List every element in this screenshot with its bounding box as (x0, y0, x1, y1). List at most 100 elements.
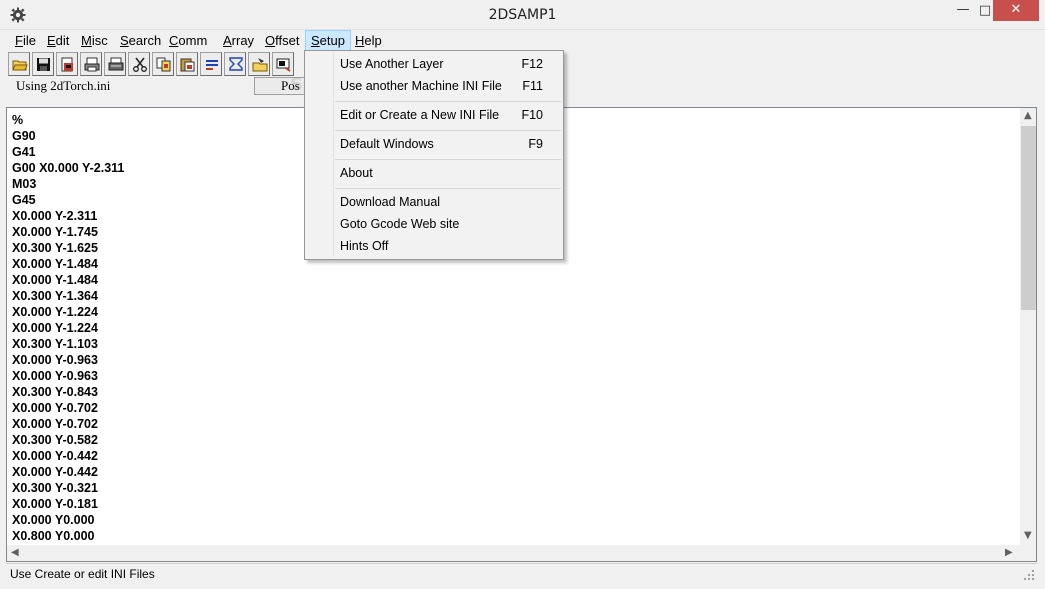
menu-item-shortcut: F11 (522, 79, 543, 93)
code-line: X0.300 Y-0.582 (12, 433, 98, 447)
code-line: X0.000 Y-1.224 (12, 321, 98, 335)
menu-item-default-windows[interactable]: Default Windows F9 (307, 133, 561, 155)
code-line: X0.000 Y-0.181 (12, 497, 98, 511)
menu-item-shortcut: F12 (521, 57, 543, 71)
code-line: X0.000 Y-1.484 (12, 273, 98, 287)
menu-item-label: Use Another Layer (340, 57, 444, 71)
save-button[interactable] (32, 52, 54, 76)
open-hand-icon (252, 58, 268, 72)
menu-edit[interactable]: Edit (42, 30, 74, 51)
maximize-icon: □ (978, 3, 992, 18)
menu-comm[interactable]: Comm (164, 30, 212, 51)
menu-item-label: Default Windows (340, 137, 434, 151)
filter-button[interactable] (224, 52, 246, 76)
code-line: X0.000 Y-0.702 (12, 401, 98, 415)
menu-separator (335, 188, 561, 189)
menu-item-label: Goto Gcode Web site (340, 217, 460, 231)
menu-item-hints-off[interactable]: Hints Off (307, 235, 561, 257)
status-text: Use Create or edit INI Files (10, 567, 155, 581)
speaker-button[interactable] (272, 52, 294, 76)
menu-item-label: Use another Machine INI File (340, 79, 502, 93)
code-line: X0.000 Y-1.224 (12, 305, 98, 319)
code-line: X0.300 Y-0.321 (12, 481, 98, 495)
print-setup-icon (108, 57, 124, 71)
close-button[interactable]: ✕ (993, 0, 1039, 21)
open-folder-icon (12, 60, 28, 71)
vertical-scrollbar[interactable]: ▲ ▼ (1020, 108, 1036, 545)
menu-item-label: Hints Off (340, 239, 389, 253)
menu-item-label: Edit or Create a New INI File (340, 108, 500, 122)
renumber-icon (206, 60, 218, 70)
menu-separator (335, 159, 561, 160)
menu-misc[interactable]: Misc (76, 30, 113, 51)
save-disk-icon (37, 58, 50, 71)
code-lines: % G90 G41 G00 X0.000 Y-2.311 M03 G45 X0.… (12, 112, 124, 544)
code-line: X0.000 Y-1.745 (12, 225, 98, 239)
code-line: X0.800 Y0.000 (12, 529, 95, 543)
print-button[interactable] (80, 52, 102, 76)
menu-file[interactable]: File (10, 30, 41, 51)
menu-item-label: About (340, 166, 373, 180)
close-icon: ✕ (1010, 2, 1022, 17)
menu-setup[interactable]: Setup (305, 30, 351, 51)
code-line: X0.000 Y-2.311 (12, 209, 98, 223)
open-hand-button[interactable] (248, 52, 270, 76)
menu-item-download-manual[interactable]: Download Manual (307, 191, 561, 213)
paste-button[interactable] (176, 52, 198, 76)
menu-item-shortcut: F10 (521, 108, 543, 122)
renumber-button[interactable] (200, 52, 222, 76)
speaker-icon (276, 58, 291, 72)
scroll-down-icon[interactable]: ▼ (1024, 530, 1032, 541)
menu-item-about[interactable]: About (307, 162, 561, 184)
code-line: % (12, 113, 24, 127)
resize-grip-icon[interactable] (1023, 569, 1035, 581)
code-line: X0.000 Y0.000 (12, 513, 95, 527)
code-line: X0.000 Y-0.442 (12, 465, 98, 479)
setup-menu: Use Another Layer F12 Use another Machin… (304, 50, 564, 260)
menu-search[interactable]: Search (115, 30, 166, 51)
code-line: G41 (12, 145, 36, 159)
horizontal-scrollbar[interactable]: ◀ ▶ (7, 545, 1020, 561)
scroll-right-icon[interactable]: ▶ (1005, 547, 1013, 558)
menu-item-edit-or-create-ini[interactable]: Edit or Create a New INI File F10 (307, 104, 561, 126)
cut-button[interactable] (128, 52, 150, 76)
toolbar (8, 52, 318, 76)
open-button[interactable] (8, 52, 30, 76)
menu-separator (335, 130, 561, 131)
code-line: X0.000 Y-0.963 (12, 353, 98, 367)
print-setup-button[interactable] (104, 52, 126, 76)
scroll-left-icon[interactable]: ◀ (11, 547, 19, 558)
menu-item-goto-gcode-website[interactable]: Goto Gcode Web site (307, 213, 561, 235)
paste-icon (180, 58, 195, 72)
code-line: X0.300 Y-0.843 (12, 385, 98, 399)
save-as-button[interactable] (56, 52, 78, 76)
menu-offset[interactable]: Offset (260, 30, 304, 51)
copy-button[interactable] (152, 52, 174, 76)
menu-item-use-another-layer[interactable]: Use Another Layer F12 (307, 53, 561, 75)
menu-item-label: Download Manual (340, 195, 441, 209)
menu-bar: File Edit Misc Search Comm Array Offset … (0, 30, 1045, 51)
menu-item-shortcut: F9 (528, 137, 543, 151)
code-line: G00 X0.000 Y-2.311 (12, 161, 125, 175)
menu-array[interactable]: Array (218, 30, 259, 51)
code-line: G90 (12, 129, 36, 143)
menu-help[interactable]: Help (350, 30, 387, 51)
filter-icon (229, 57, 243, 71)
cut-scissors-icon (133, 57, 147, 72)
code-line: M03 (12, 177, 37, 191)
print-icon (84, 57, 100, 72)
code-line: G45 (12, 193, 36, 207)
menu-item-use-another-machine-ini[interactable]: Use another Machine INI File F11 (307, 75, 561, 97)
scrollbar-corner (1020, 545, 1036, 561)
copy-icon (156, 57, 171, 72)
menu-separator (335, 101, 561, 102)
code-line: X0.300 Y-1.364 (12, 289, 98, 303)
code-line: X0.000 Y-0.702 (12, 417, 98, 431)
code-line: X0.300 Y-1.103 (12, 337, 98, 351)
save-as-icon (61, 57, 73, 72)
scroll-up-icon[interactable]: ▲ (1024, 110, 1032, 121)
vertical-scroll-thumb[interactable] (1021, 126, 1036, 310)
code-line: X0.000 Y-1.484 (12, 257, 98, 271)
ini-file-label: Using 2dTorch.ini (16, 78, 111, 93)
code-line: X0.000 Y-0.442 (12, 449, 98, 463)
